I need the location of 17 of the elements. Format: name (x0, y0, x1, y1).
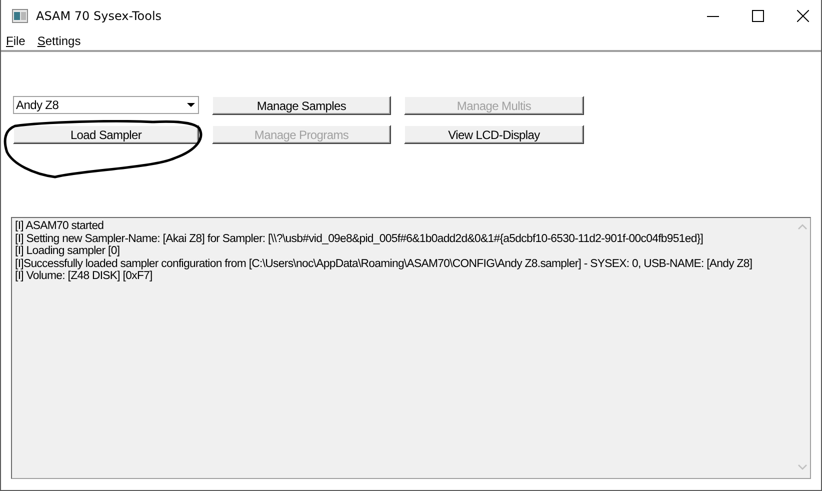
app-icon (12, 9, 28, 23)
menu-item[interactable]: File (6, 34, 26, 48)
action-button[interactable]: View LCD-Display (404, 125, 584, 144)
log-textbox[interactable] (11, 217, 811, 479)
log-line: [I] Loading sampler [0] (15, 245, 121, 258)
close-icon[interactable] (797, 10, 809, 22)
sampler-dropdown[interactable]: Andy Z8 (13, 96, 199, 114)
dropdown-arrow-icon[interactable] (187, 103, 195, 107)
maximize-icon[interactable] (752, 10, 764, 22)
log-line: [I] ASAM70 started (15, 220, 105, 233)
log-line: [I] Setting new Sampler-Name: [Akai Z8] for Sampler: [\\?\usb#vid_09e8&pid_005f#6&1b0add2d&0&1#{a5dcbf10-6530-11d2-901f-00c04fb951ed}] (15, 232, 704, 246)
window-title: ASAM 70 Sysex-Tools (36, 9, 162, 23)
log-line: [I]Successfully loaded sampler configuration from [C:\Users\noc\AppData\Roaming\ASAM70\CONFIG\Andy Z8.sampler] - SYSEX: 0, USB-NAME: [Andy Z8] (15, 258, 754, 270)
log-line: [I] Volume: [Z48 DISK] [0xF7] (15, 270, 154, 283)
action-button[interactable]: Manage Samples (212, 96, 391, 115)
action-button[interactable]: Load Sampler (13, 125, 199, 144)
menu-item[interactable]: Settings (37, 34, 81, 48)
